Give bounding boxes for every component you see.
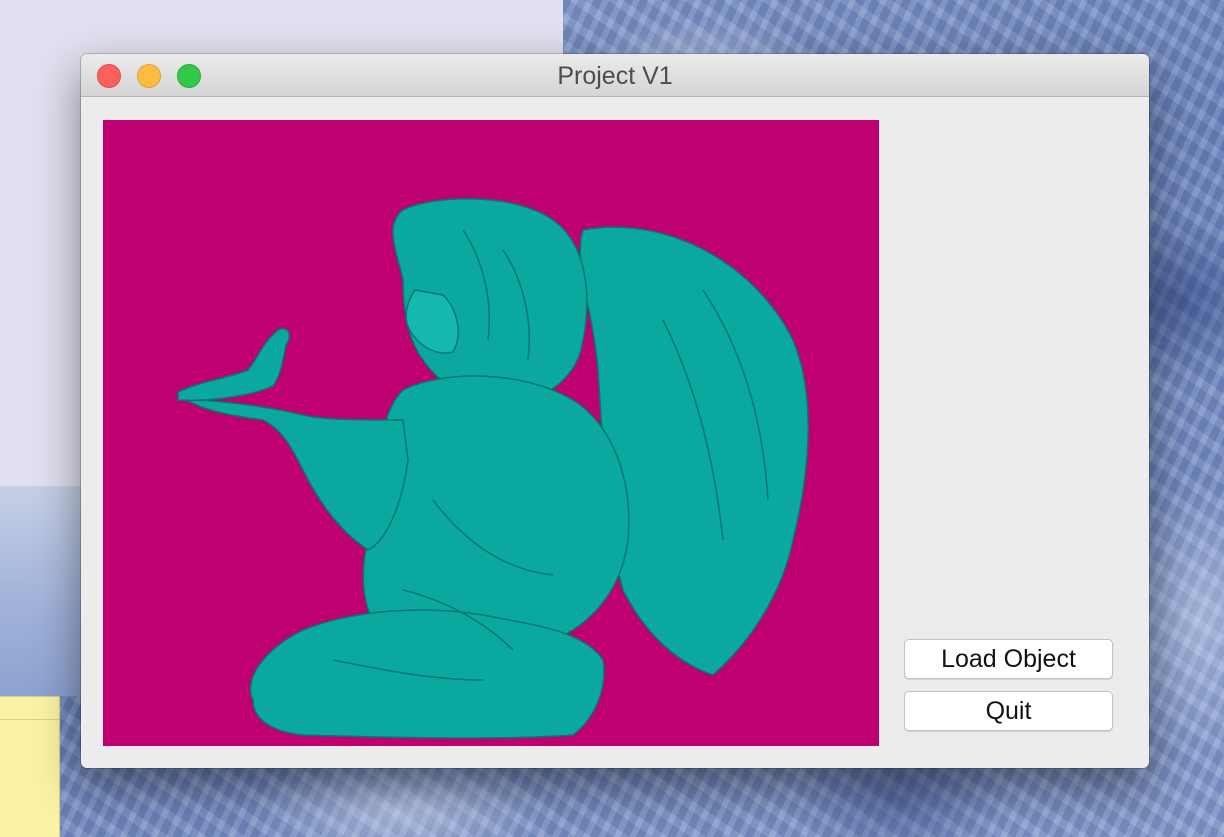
model-legs: [249, 609, 605, 739]
model-bird: [177, 328, 290, 402]
model-arm: [180, 395, 409, 551]
background-window-edge: [0, 486, 82, 696]
sticky-note-divider: [0, 719, 59, 720]
load-object-button[interactable]: Load Object: [904, 639, 1113, 679]
angel-model-render: [177, 198, 809, 739]
model-viewport[interactable]: [103, 120, 879, 746]
sticky-note-window[interactable]: [0, 696, 60, 837]
project-window: Project V1 Load Object Quit: [81, 54, 1149, 768]
quit-button[interactable]: Quit: [904, 691, 1113, 731]
window-title: Project V1: [557, 62, 673, 90]
title-bar[interactable]: Project V1: [81, 54, 1149, 97]
